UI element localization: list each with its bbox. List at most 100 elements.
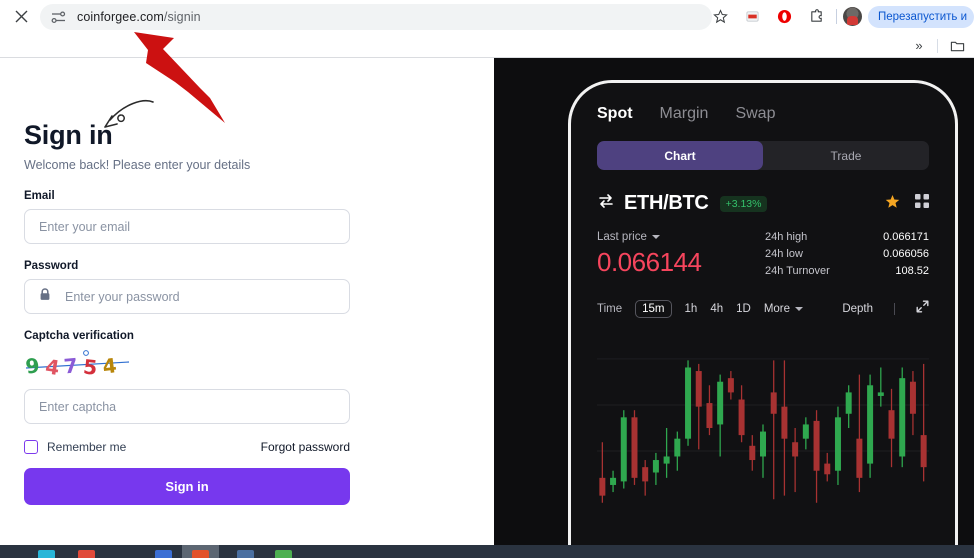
captcha-placeholder: Enter captcha bbox=[39, 399, 117, 414]
timeframe-1h[interactable]: 1h bbox=[685, 303, 698, 315]
signin-button[interactable]: Sign in bbox=[24, 468, 350, 505]
svg-text:5: 5 bbox=[82, 354, 98, 379]
star-filled-icon[interactable] bbox=[885, 194, 900, 214]
phone-mockup: Spot Margin Swap Chart Trade ETH/BTC +3.… bbox=[568, 80, 958, 545]
screen: coinforgee.com/signin Перезапустить и » … bbox=[0, 0, 974, 558]
stat-value: 108.52 bbox=[895, 265, 929, 277]
pair-header: ETH/BTC +3.13% bbox=[597, 192, 929, 215]
stat-key: 24h high bbox=[765, 231, 808, 243]
toolbar-actions: Перезапустить и bbox=[704, 0, 974, 33]
timeframe-4h[interactable]: 4h bbox=[710, 303, 723, 315]
bookmarks-bar: » bbox=[0, 33, 974, 58]
svg-text:7: 7 bbox=[63, 353, 79, 378]
timeframe-15m[interactable]: 15m bbox=[635, 300, 672, 318]
market-stats: 24h high 0.066171 24h low 0.066056 24h T… bbox=[765, 231, 929, 282]
lock-icon bbox=[39, 287, 51, 306]
url-path: /signin bbox=[163, 10, 201, 24]
price-block: Last price 0.066144 24h high 0.066171 24… bbox=[597, 231, 929, 282]
stat-value: 0.066056 bbox=[883, 248, 929, 260]
opera-o-icon[interactable] bbox=[771, 4, 797, 30]
url-domain: coinforgee.com bbox=[77, 10, 164, 24]
svg-text:9: 9 bbox=[24, 353, 41, 379]
email-label: Email bbox=[24, 190, 55, 202]
price-change-badge: +3.13% bbox=[719, 195, 768, 212]
browser-chrome: coinforgee.com/signin Перезапустить и » bbox=[0, 0, 974, 58]
chevron-down-icon bbox=[795, 307, 804, 311]
page-title: Sign in bbox=[24, 120, 113, 150]
timeframe-1d[interactable]: 1D bbox=[736, 303, 751, 315]
tune-icon[interactable] bbox=[50, 9, 67, 26]
puzzle-extension-icon[interactable] bbox=[803, 4, 829, 30]
url-text: coinforgee.com/signin bbox=[77, 10, 201, 24]
tab-margin[interactable]: Margin bbox=[660, 105, 709, 123]
vertical-divider bbox=[894, 303, 895, 315]
phone-screen: Spot Margin Swap Chart Trade ETH/BTC +3.… bbox=[571, 83, 955, 545]
chevron-down-icon bbox=[651, 235, 660, 239]
taskbar[interactable] bbox=[0, 545, 974, 558]
stat-key: 24h Turnover bbox=[765, 265, 830, 277]
taskbar-icon-app-steel[interactable] bbox=[237, 550, 254, 558]
last-price-selector[interactable]: Last price bbox=[597, 231, 765, 243]
last-price-label: Last price bbox=[597, 231, 647, 243]
toggle-trade[interactable]: Trade bbox=[763, 141, 929, 170]
more-label: More bbox=[763, 303, 791, 315]
extension-red-icon[interactable] bbox=[739, 4, 765, 30]
last-price-value: 0.066144 bbox=[597, 247, 702, 277]
taskbar-icon-app-orange-active[interactable] bbox=[192, 550, 209, 558]
captcha-label: Captcha verification bbox=[24, 330, 134, 342]
chart-trade-toggle: Chart Trade bbox=[597, 141, 929, 170]
remember-me-checkbox[interactable] bbox=[24, 440, 38, 454]
svg-text:4: 4 bbox=[44, 354, 62, 379]
form-options-row: Remember me Forgot password bbox=[24, 440, 350, 454]
more-timeframes[interactable]: More bbox=[763, 303, 804, 315]
bookmarks-overflow-icon[interactable]: » bbox=[908, 35, 930, 57]
expand-fullscreen-icon[interactable] bbox=[916, 300, 929, 318]
price-left: Last price 0.066144 bbox=[597, 231, 765, 282]
svg-text:4: 4 bbox=[101, 353, 118, 379]
pair-symbol: ETH/BTC bbox=[624, 192, 709, 214]
password-placeholder: Enter your password bbox=[65, 289, 180, 304]
remember-me-label: Remember me bbox=[47, 440, 127, 454]
address-bar[interactable]: coinforgee.com/signin bbox=[40, 4, 712, 30]
tab-swap[interactable]: Swap bbox=[735, 105, 775, 123]
swap-arrows-icon[interactable] bbox=[597, 192, 615, 215]
depth-button[interactable]: Depth bbox=[842, 303, 873, 315]
star-outline-icon[interactable] bbox=[707, 4, 733, 30]
taskbar-icon-app-red[interactable] bbox=[78, 550, 95, 558]
password-field[interactable]: Enter your password bbox=[24, 279, 350, 314]
password-label: Password bbox=[24, 260, 79, 272]
page-subtitle: Welcome back! Please enter your details bbox=[24, 158, 251, 172]
taskbar-icon-app-blue[interactable] bbox=[155, 550, 172, 558]
toggle-chart[interactable]: Chart bbox=[597, 141, 763, 170]
toolbar-divider bbox=[836, 9, 837, 24]
taskbar-icon-app-green[interactable] bbox=[275, 550, 292, 558]
browser-toolbar: coinforgee.com/signin Перезапустить и bbox=[0, 0, 974, 33]
stat-key: 24h low bbox=[765, 248, 803, 260]
signin-form: Sign in Welcome back! Please enter your … bbox=[24, 120, 350, 505]
forgot-password-link[interactable]: Forgot password bbox=[261, 440, 350, 454]
stat-row: 24h Turnover 108.52 bbox=[765, 265, 929, 277]
signin-pane: Sign in Welcome back! Please enter your … bbox=[0, 58, 494, 545]
bookmarks-divider bbox=[937, 38, 938, 53]
market-tabs: Spot Margin Swap bbox=[597, 105, 929, 123]
stat-row: 24h high 0.066171 bbox=[765, 231, 929, 243]
page-content: Sign in Welcome back! Please enter your … bbox=[0, 58, 974, 545]
captcha-image[interactable]: 9 4 7 5 4 bbox=[24, 349, 132, 379]
promo-pane: Spot Margin Swap Chart Trade ETH/BTC +3.… bbox=[494, 58, 974, 545]
restart-button[interactable]: Перезапустить и bbox=[868, 5, 974, 28]
captcha-field[interactable]: Enter captcha bbox=[24, 389, 350, 424]
grid-squares-icon[interactable] bbox=[915, 194, 929, 213]
close-icon[interactable] bbox=[6, 2, 36, 32]
stat-value: 0.066171 bbox=[883, 231, 929, 243]
folder-icon[interactable] bbox=[945, 35, 969, 57]
email-placeholder: Enter your email bbox=[39, 219, 131, 234]
time-label: Time bbox=[597, 303, 623, 315]
email-field[interactable]: Enter your email bbox=[24, 209, 350, 244]
avatar[interactable] bbox=[843, 7, 862, 26]
tab-spot[interactable]: Spot bbox=[597, 105, 633, 123]
taskbar-icon-app-cyan[interactable] bbox=[38, 550, 55, 558]
remember-me-toggle[interactable]: Remember me bbox=[24, 440, 126, 454]
candlestick-chart[interactable] bbox=[597, 332, 929, 524]
stat-row: 24h low 0.066056 bbox=[765, 248, 929, 260]
timeframe-row: Time 15m 1h 4h 1D More Depth bbox=[597, 300, 929, 318]
